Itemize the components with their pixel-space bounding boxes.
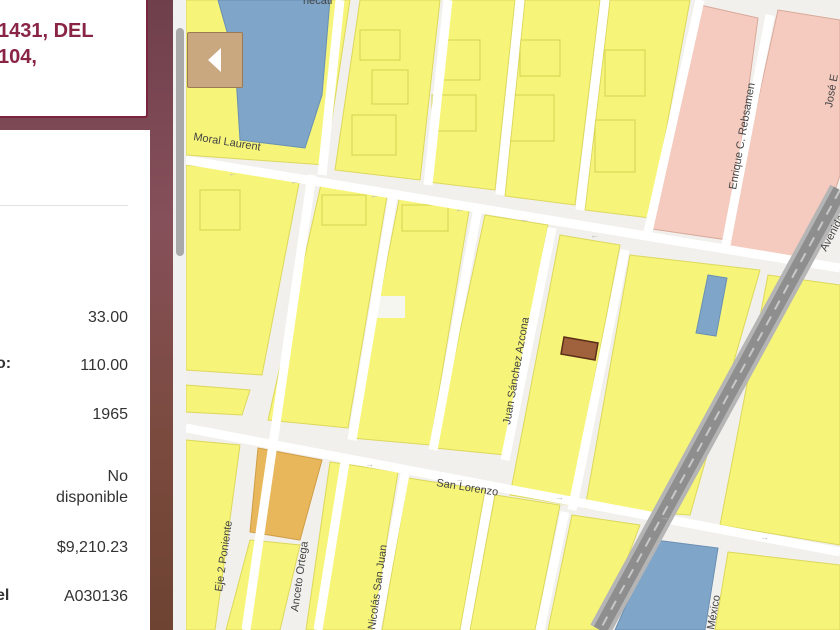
svg-text:→: → bbox=[365, 459, 374, 469]
svg-text:→: → bbox=[555, 492, 564, 502]
info-value: A030136 bbox=[63, 588, 128, 605]
chevron-left-icon bbox=[208, 48, 221, 72]
info-value: 1965 bbox=[92, 406, 128, 423]
panel-scrollbar-thumb[interactable] bbox=[176, 28, 184, 256]
svg-text:←: ← bbox=[290, 176, 299, 186]
info-label: el bbox=[0, 587, 10, 604]
collapse-panel-button[interactable] bbox=[187, 32, 243, 88]
svg-text:←: ← bbox=[370, 190, 379, 200]
info-label: o: bbox=[0, 355, 12, 372]
info-value: $9,210.23 bbox=[56, 539, 128, 556]
svg-text:←: ← bbox=[228, 168, 237, 178]
panel-divider bbox=[0, 205, 128, 206]
street-label-top: necatl bbox=[303, 0, 332, 7]
property-address-title: 1431, DEL 104, bbox=[0, 20, 94, 68]
svg-text:←: ← bbox=[455, 204, 464, 214]
property-header-card: 1431, DEL 104, bbox=[0, 0, 148, 118]
info-value: 33.00 bbox=[87, 309, 128, 326]
info-value: 110.00 bbox=[80, 357, 128, 374]
info-value: No disponible bbox=[55, 468, 128, 506]
residential-block bbox=[185, 384, 251, 416]
svg-text:→: → bbox=[660, 512, 669, 522]
svg-text:←: ← bbox=[520, 214, 529, 224]
svg-text:→: → bbox=[760, 532, 769, 542]
residential-block bbox=[714, 551, 840, 630]
property-info-panel: 33.00 o: 110.00 1965 No disponible $9,21… bbox=[0, 130, 150, 630]
svg-text:←: ← bbox=[590, 230, 599, 240]
